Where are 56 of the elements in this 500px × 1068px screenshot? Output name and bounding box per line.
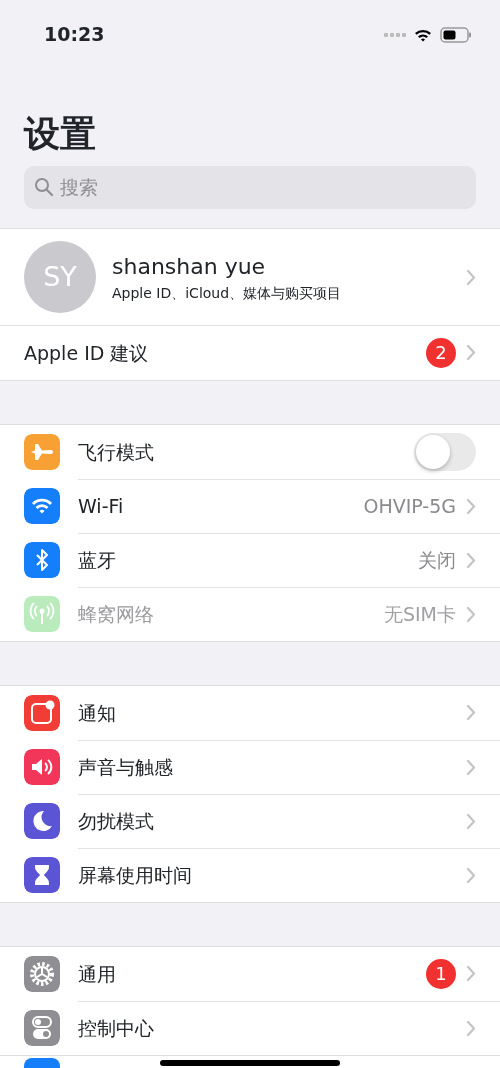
notification-badge: 1 xyxy=(426,958,456,989)
switches-icon xyxy=(24,1009,60,1046)
row-label: Wi-Fi xyxy=(78,494,125,520)
chevron-icon xyxy=(466,551,476,569)
chevron-icon xyxy=(466,344,476,362)
speaker-icon xyxy=(24,748,60,785)
hourglass-icon xyxy=(24,856,60,893)
airplane-icon xyxy=(24,433,60,470)
row-label: 控制中心 xyxy=(78,1016,155,1042)
search-field[interactable]: 搜索 xyxy=(24,165,476,209)
chevron-icon xyxy=(466,1019,476,1037)
row-label: Apple ID 建议 xyxy=(24,340,150,366)
row-value: OHVIP-5G xyxy=(363,494,456,520)
row-label: 通知 xyxy=(78,700,117,726)
list-row[interactable]: 屏幕使用时间 xyxy=(0,847,500,902)
bluetooth-icon xyxy=(24,541,60,578)
chevron-icon xyxy=(466,704,476,722)
row-value: 关闭 xyxy=(418,548,456,574)
chevron-icon xyxy=(466,268,476,286)
list-row[interactable]: 通用 1 xyxy=(0,946,500,1001)
row-label: 飞行模式 xyxy=(78,439,155,465)
wifi-icon xyxy=(24,487,60,524)
battery-icon xyxy=(440,26,472,43)
profile-subtitle: Apple ID、iCloud、媒体与购买项目 xyxy=(112,283,343,303)
chevron-icon xyxy=(466,965,476,983)
row-label: 蓝牙 xyxy=(78,548,117,574)
row-value: 无SIM卡 xyxy=(383,602,456,628)
page-title: 设置 xyxy=(24,112,97,156)
list-row[interactable]: 通知 xyxy=(0,685,500,740)
gear-icon xyxy=(24,955,60,992)
chevron-icon xyxy=(466,497,476,515)
notification-badge: 2 xyxy=(426,337,456,368)
chevron-icon xyxy=(466,812,476,830)
app-icon xyxy=(24,1057,60,1068)
list-row[interactable]: 蓝牙 关闭 xyxy=(0,532,500,587)
list-row[interactable]: 控制中心 xyxy=(0,1000,500,1055)
notification-icon xyxy=(24,694,60,731)
chevron-icon xyxy=(466,758,476,776)
list-row[interactable]: 勿扰模式 xyxy=(0,793,500,848)
row-label: 屏幕使用时间 xyxy=(78,863,193,889)
toggle-switch[interactable] xyxy=(414,432,476,471)
list-row[interactable]: Wi-Fi OHVIP-5G xyxy=(0,478,500,533)
profile-name: shanshan yue xyxy=(112,252,267,281)
list-row[interactable]: 声音与触感 xyxy=(0,739,500,794)
row-label: 蜂窝网络 xyxy=(78,602,155,628)
signal-icon xyxy=(384,32,406,37)
antenna-icon xyxy=(24,595,60,632)
chevron-icon xyxy=(466,866,476,884)
list-row[interactable]: Apple ID 建议 2 xyxy=(0,325,500,380)
wifi-icon xyxy=(414,27,432,42)
moon-icon xyxy=(24,802,60,839)
row-label: 声音与触感 xyxy=(78,755,174,781)
chevron-icon xyxy=(466,605,476,623)
row-label: 勿扰模式 xyxy=(78,809,155,835)
status-time: 10:23 xyxy=(44,22,105,48)
row-label: 通用 xyxy=(78,961,117,987)
